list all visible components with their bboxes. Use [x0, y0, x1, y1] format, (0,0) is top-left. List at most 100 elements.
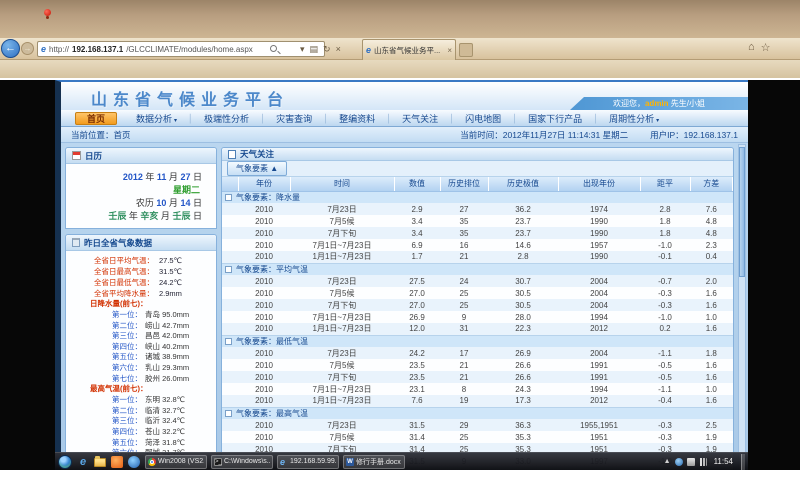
element-filter-button[interactable]: 气象要素 ▲ [227, 161, 287, 176]
show-hidden-icons[interactable]: ▲ [664, 458, 671, 466]
nav-item-5[interactable]: 整编资料 [328, 112, 386, 125]
url-host: 192.168.137.1 [72, 45, 123, 54]
taskbar-window-button[interactable]: >_C:\Windows\s... [211, 455, 273, 469]
cell: 2010 [238, 203, 290, 215]
table-row[interactable]: 20107月5候23.52126.61991-0.51.6 [222, 359, 733, 371]
tab-close-icon[interactable]: × [447, 46, 452, 55]
table-row[interactable]: 20101月1日~7月23日1.7212.81990-0.10.4 [222, 251, 733, 263]
table-row[interactable]: 20107月下旬3.43523.719901.84.8 [222, 227, 733, 239]
search-icon[interactable] [270, 45, 277, 52]
explorer-icon[interactable] [94, 458, 106, 467]
cell: 36.2 [488, 203, 558, 215]
rank-value: 昌邑 42.0mm [145, 331, 189, 340]
update-tray-icon[interactable] [675, 458, 683, 466]
table-row[interactable]: 20107月1日~7月23日6.91614.61957-1.02.3 [222, 239, 733, 251]
table-row[interactable]: 20107月下旬27.02530.52004-0.31.6 [222, 299, 733, 311]
forward-button[interactable]: → [21, 42, 34, 55]
table-row[interactable]: 20107月5候31.42535.31951-0.31.9 [222, 431, 733, 443]
cell: 31.4 [394, 431, 440, 443]
media-player-icon[interactable] [111, 456, 123, 468]
taskbar-window-button[interactable]: Win2008 (VS2... [145, 455, 207, 469]
ranking-item: 第二位：崂山 42.7mm [66, 321, 216, 332]
compatibility-icon[interactable]: ▤ [310, 44, 319, 54]
nav-item-4[interactable]: 灾害查询 [265, 112, 323, 125]
scrollbar-thumb[interactable] [739, 147, 745, 277]
nav-item-8[interactable]: 国家下行产品 [517, 112, 593, 125]
table-group-row[interactable]: 气象要素：降水量 [222, 191, 733, 203]
stop-icon[interactable]: × [336, 44, 341, 54]
action-center-icon[interactable] [687, 458, 695, 466]
table-row[interactable]: 20101月1日~7月23日12.03122.320120.21.6 [222, 323, 733, 335]
cell: 2.8 [488, 251, 558, 263]
row-checkbox-cell [222, 395, 238, 407]
table-group-row[interactable]: 气象要素：平均气温 [222, 263, 733, 275]
player-icon[interactable] [128, 456, 140, 468]
row-checkbox-cell [222, 359, 238, 371]
network-icon[interactable] [699, 458, 707, 466]
nav-item-6[interactable]: 天气关注 [391, 112, 449, 125]
table-row[interactable]: 20101月1日~7月23日7.61917.32012-0.41.6 [222, 395, 733, 407]
new-tab-button[interactable] [459, 43, 473, 57]
table-row[interactable]: 20107月1日~7月23日23.1824.31994-1.11.0 [222, 383, 733, 395]
nav-item-9[interactable]: 周期性分析▾ [598, 112, 670, 125]
table-row[interactable]: 20107月下旬23.52126.61991-0.51.6 [222, 371, 733, 383]
table-row[interactable]: 20107月23日2.92736.219742.87.6 [222, 203, 733, 215]
stat-value: 27.5℃ [159, 256, 182, 266]
cell: 1955,1951 [558, 419, 640, 431]
table-row[interactable]: 20107月5候27.02530.52004-0.31.6 [222, 287, 733, 299]
ie-quicklaunch-icon[interactable]: e [77, 456, 89, 468]
cell: -0.5 [640, 359, 690, 371]
nav-item-1[interactable]: 首页 [75, 112, 117, 125]
cell: 7月1日~7月23日 [290, 239, 394, 251]
browser-tab[interactable]: e 山东省气候业务平... × [362, 39, 456, 60]
webpage: 山东省气候业务平台 欢迎您，admin 先生/小姐 首页数据分析▾│极端性分析│… [55, 80, 748, 470]
table-group-row[interactable]: 气象要素：最高气温 [222, 407, 733, 419]
cell: 7月23日 [290, 275, 394, 287]
cell: 2010 [238, 311, 290, 323]
cell: 2010 [238, 239, 290, 251]
stat-value: 2.9mm [159, 289, 182, 299]
table-row[interactable]: 20107月23日31.52936.31955,1951-0.32.5 [222, 419, 733, 431]
rank-value: 诸城 38.9mm [145, 352, 189, 361]
clock[interactable]: 11:54 [714, 457, 733, 466]
group-checkbox[interactable] [225, 194, 232, 201]
row-checkbox-cell [222, 383, 238, 395]
cell: -1.1 [640, 347, 690, 359]
table-row[interactable]: 20107月5候3.43523.719901.84.8 [222, 215, 733, 227]
show-desktop-button[interactable] [741, 454, 745, 470]
content-area: 日历 2012 年 11 月 27 日 星期二 农历 10 [61, 143, 748, 470]
cell: 35 [440, 215, 488, 227]
table-row[interactable]: 20107月23日24.21726.92004-1.11.8 [222, 347, 733, 359]
refresh-icon[interactable]: ↻ [323, 44, 331, 54]
cell: 7月23日 [290, 203, 394, 215]
search-dropdown-icon[interactable]: ▾ [300, 44, 305, 54]
ranking-item: 第六位：乳山 29.3mm [66, 363, 216, 374]
cell: 8 [440, 383, 488, 395]
table-group-row[interactable]: 气象要素：最低气温 [222, 335, 733, 347]
cell: 6.9 [394, 239, 440, 251]
nav-item-2[interactable]: 数据分析▾ [125, 112, 188, 125]
table-row[interactable]: 20107月23日27.52430.72004-0.72.0 [222, 275, 733, 287]
rank-label: 第一位： [112, 310, 142, 319]
taskbar-window-button[interactable]: e192.168.59.99... [277, 455, 339, 469]
back-button[interactable]: ← [1, 39, 20, 58]
taskbar-window-button[interactable]: W修行手册.docx ... [343, 455, 405, 469]
favorites-star-icon[interactable]: ☆ [761, 41, 771, 54]
nav-item-7[interactable]: 闪电地图 [454, 112, 512, 125]
cell: 1957 [558, 239, 640, 251]
cell: 2010 [238, 251, 290, 263]
group-checkbox[interactable] [225, 266, 232, 273]
url-input[interactable]: e http://192.168.137.1/GLCCLIMATE/module… [37, 41, 325, 57]
ranking-item: 第三位：临沂 32.4℃ [66, 416, 216, 427]
rank-label: 第三位： [112, 416, 142, 425]
page-scrollbar[interactable] [738, 144, 746, 470]
group-checkbox[interactable] [225, 338, 232, 345]
table-row[interactable]: 20107月1日~7月23日26.9928.01994-1.01.0 [222, 311, 733, 323]
start-button[interactable] [58, 455, 72, 469]
rank-label: 第二位： [112, 321, 142, 330]
nav-item-3[interactable]: 极端性分析 [193, 112, 260, 125]
home-icon[interactable]: ⌂ [748, 41, 755, 54]
cell: 26.6 [488, 359, 558, 371]
group-checkbox[interactable] [225, 410, 232, 417]
row-checkbox-cell [222, 311, 238, 323]
